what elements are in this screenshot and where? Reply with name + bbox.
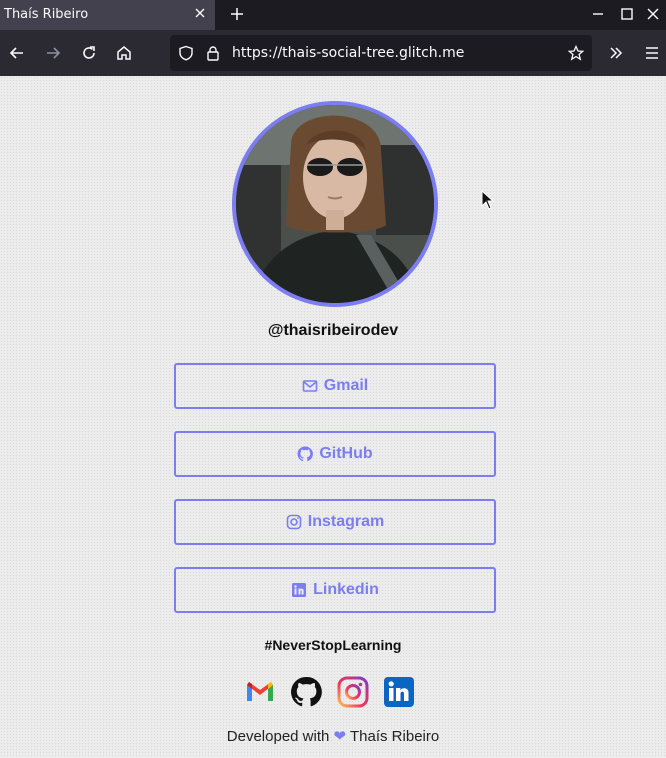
lock-icon[interactable] bbox=[206, 45, 220, 61]
bookmark-star-icon[interactable] bbox=[568, 45, 584, 61]
address-bar[interactable]: https://thais-social-tree.glitch.me bbox=[170, 35, 592, 71]
instagram-logo-icon[interactable] bbox=[337, 676, 369, 708]
close-window-icon[interactable] bbox=[646, 7, 660, 21]
minimize-icon[interactable] bbox=[591, 7, 605, 21]
linkedin-logo-icon[interactable] bbox=[383, 676, 415, 708]
browser-tab[interactable]: Thaís Ribeiro bbox=[0, 0, 215, 30]
maximize-icon[interactable] bbox=[620, 7, 634, 21]
shield-icon[interactable] bbox=[178, 45, 194, 61]
mouse-cursor-icon bbox=[481, 190, 495, 210]
navigation-toolbar: https://thais-social-tree.glitch.me bbox=[0, 30, 666, 76]
footer-credit: Developed with ❤ Thaís Ribeiro bbox=[0, 727, 666, 745]
linkedin-link-label: Linkedin bbox=[313, 581, 379, 598]
tab-bar: Thaís Ribeiro bbox=[0, 0, 666, 30]
heart-icon: ❤ bbox=[333, 728, 347, 745]
gmail-icon[interactable] bbox=[244, 676, 276, 708]
gmail-link-button[interactable]: Gmail bbox=[174, 363, 496, 409]
page-content: @thaisribeirodev Gmail GitHub Instagram … bbox=[0, 76, 666, 758]
menu-icon[interactable] bbox=[643, 44, 661, 62]
overflow-chevron-icon[interactable] bbox=[607, 44, 625, 62]
github-logo-icon[interactable] bbox=[290, 676, 322, 708]
social-icons-row bbox=[244, 676, 424, 710]
instagram-icon bbox=[286, 514, 302, 530]
gmail-link-label: Gmail bbox=[323, 377, 369, 394]
envelope-icon bbox=[302, 380, 318, 392]
close-tab-icon[interactable] bbox=[193, 6, 207, 20]
instagram-link-label: Instagram bbox=[307, 513, 385, 530]
linkedin-link-button[interactable]: Linkedin bbox=[174, 567, 496, 613]
footer-prefix: Developed with bbox=[226, 728, 330, 745]
hashtag-text: #NeverStopLearning bbox=[264, 637, 402, 653]
tab-title: Thaís Ribeiro bbox=[4, 7, 89, 22]
url-text: https://thais-social-tree.glitch.me bbox=[232, 45, 465, 61]
forward-icon[interactable] bbox=[44, 44, 62, 62]
instagram-link-button[interactable]: Instagram bbox=[174, 499, 496, 545]
avatar bbox=[232, 101, 438, 307]
new-tab-icon[interactable] bbox=[229, 6, 245, 22]
github-icon bbox=[297, 446, 314, 462]
github-link-button[interactable]: GitHub bbox=[174, 431, 496, 477]
footer-author: Thaís Ribeiro bbox=[350, 728, 440, 745]
profile-photo bbox=[236, 105, 434, 303]
github-link-label: GitHub bbox=[319, 445, 373, 462]
reload-icon[interactable] bbox=[80, 44, 98, 62]
linkedin-icon bbox=[292, 583, 307, 597]
back-icon[interactable] bbox=[8, 44, 26, 62]
username: @thaisribeirodev bbox=[267, 322, 399, 339]
home-icon[interactable] bbox=[115, 44, 133, 62]
